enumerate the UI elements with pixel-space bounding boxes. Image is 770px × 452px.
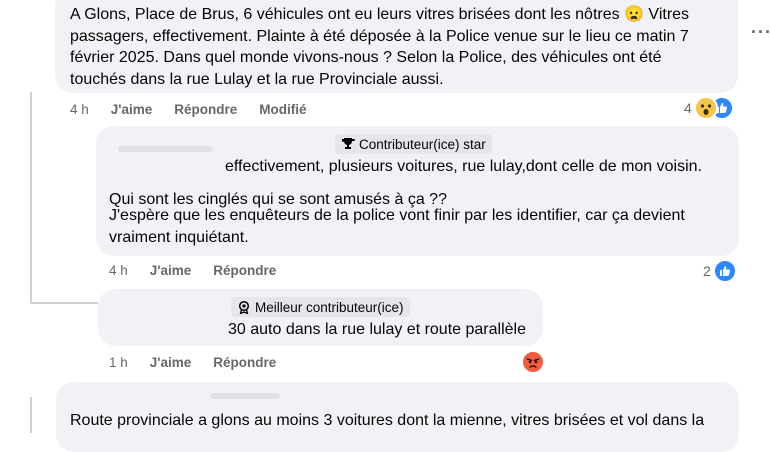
thread-line [30, 92, 32, 302]
edited-label: Modifié [259, 102, 307, 117]
reaction-summary[interactable] [521, 350, 545, 374]
angry-reaction-icon [521, 350, 545, 374]
comment-text: Route provinciale a glons au moins 3 voi… [70, 412, 705, 429]
contributor-badge: Contributeur(ice) star [335, 134, 492, 154]
reply-text: 30 auto dans la rue lulay et route paral… [228, 321, 526, 338]
reaction-count: 4 [684, 100, 692, 116]
reply-text: effectivement, plusieurs voitures, rue l… [225, 158, 702, 175]
reply-text: J'espère que les enquêteurs de la police… [109, 207, 685, 246]
reply-time[interactable]: 1 h [109, 355, 128, 370]
reply-button[interactable]: Répondre [174, 102, 237, 117]
comment-actions: 4 h J'aime Répondre Modifié [70, 102, 329, 117]
like-button[interactable]: J'aime [150, 263, 192, 278]
reply-button[interactable]: Répondre [213, 355, 276, 370]
like-button[interactable]: J'aime [111, 102, 153, 117]
thread-line [30, 397, 32, 433]
trophy-icon [342, 138, 355, 149]
wow-reaction-icon [693, 96, 718, 120]
reply-time[interactable]: 4 h [109, 263, 128, 278]
author-name[interactable] [210, 393, 280, 399]
more-horizontal-icon[interactable]: ··· [751, 22, 770, 43]
reply-actions: 4 h J'aime Répondre [109, 263, 298, 278]
like-button[interactable]: J'aime [150, 355, 192, 370]
badge-label: Meilleur contributeur(ice) [255, 299, 404, 315]
author-name[interactable] [118, 146, 213, 152]
badge-label: Contributeur(ice) star [359, 136, 486, 152]
medal-icon [238, 300, 250, 314]
reply-actions: 1 h J'aime Répondre [109, 355, 298, 370]
reaction-summary[interactable]: 2 [703, 259, 737, 283]
thread-line [30, 302, 98, 304]
comment-time[interactable]: 4 h [70, 102, 89, 117]
reaction-summary[interactable]: 4 [684, 96, 734, 120]
like-reaction-icon [712, 259, 737, 283]
contributor-badge: Meilleur contributeur(ice) [231, 297, 410, 317]
comment-text: A Glons, Place de Brus, 6 véhicules ont … [70, 6, 690, 88]
reaction-count: 2 [703, 263, 711, 279]
reply-button[interactable]: Répondre [213, 263, 276, 278]
